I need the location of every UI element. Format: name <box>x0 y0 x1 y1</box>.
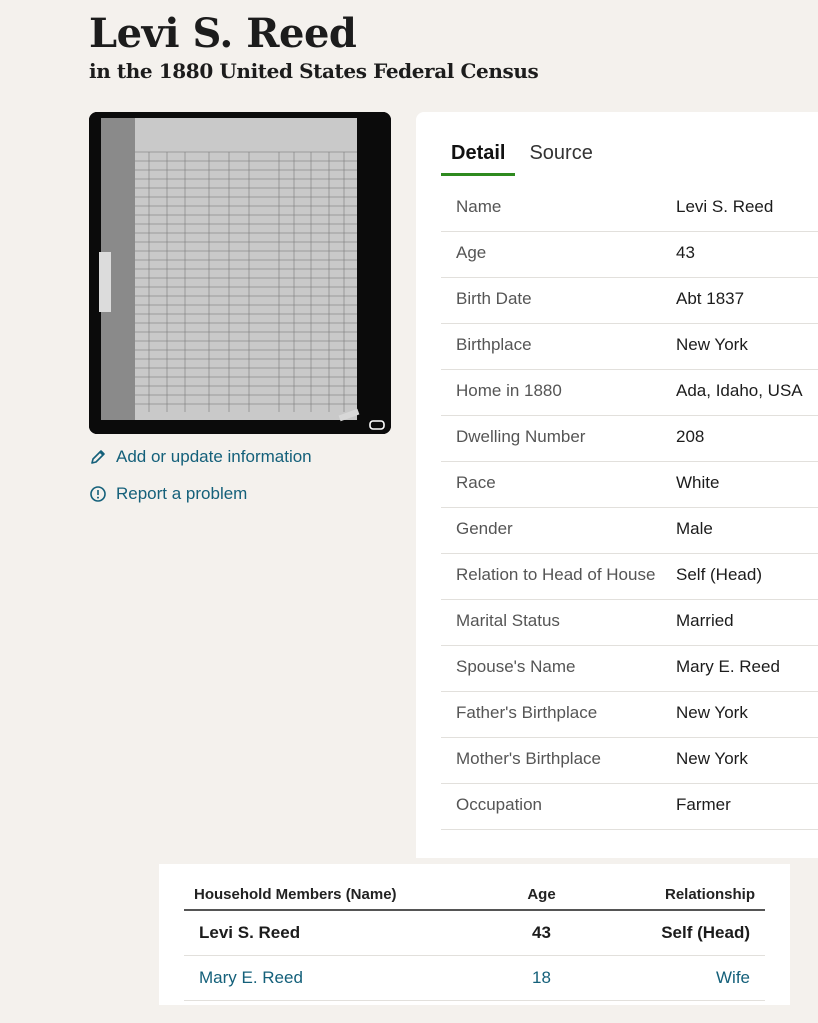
tab-bar: Detail Source <box>441 140 607 176</box>
tab-source[interactable]: Source <box>519 140 602 176</box>
detail-label: Age <box>456 243 487 262</box>
detail-label: Dwelling Number <box>456 427 586 446</box>
detail-value: Mary E. Reed <box>676 657 780 676</box>
detail-value: New York <box>676 335 748 354</box>
page-title: Levi S. Reed <box>89 10 357 57</box>
detail-row: Dwelling Number 208 <box>441 416 818 462</box>
household-row: Levi S. Reed 43 Self (Head) <box>184 910 765 956</box>
detail-label: Name <box>456 197 502 216</box>
detail-row: Occupation Farmer <box>441 784 818 830</box>
report-problem-link[interactable]: Report a problem <box>89 484 247 504</box>
record-detail-panel: Detail Source Name Levi S. Reed Age 43 Birth… <box>416 112 818 858</box>
detail-row: Birth Date Abt 1837 <box>441 278 818 324</box>
detail-row: Birthplace New York <box>441 324 818 370</box>
detail-label: Father's Birthplace <box>456 703 598 722</box>
member-age: 43 <box>471 910 612 956</box>
detail-row: Home in 1880 Ada, Idaho, USA <box>441 370 818 416</box>
census-image-thumbnail[interactable] <box>89 112 391 434</box>
member-relationship: Self (Head) <box>611 910 765 956</box>
detail-row: Gender Male <box>441 508 818 554</box>
detail-value: White <box>676 473 720 492</box>
header-relationship: Relationship <box>611 882 765 911</box>
detail-label: Occupation <box>456 795 542 814</box>
expand-icon[interactable] <box>369 420 385 430</box>
detail-row: Father's Birthplace New York <box>441 692 818 738</box>
detail-value: Levi S. Reed <box>676 197 774 216</box>
detail-value: Married <box>676 611 734 630</box>
detail-value: Farmer <box>676 795 731 814</box>
detail-value: New York <box>676 749 748 768</box>
detail-value: Ada, Idaho, USA <box>676 381 803 400</box>
detail-label: Relation to Head of House <box>456 565 656 584</box>
household-header-row: Household Members (Name) Age Relationshi… <box>184 882 765 911</box>
household-members-section: Household Members (Name) Age Relationshi… <box>159 864 790 1005</box>
detail-value: 208 <box>676 427 705 446</box>
member-name-link[interactable]: Mary E. Reed <box>184 955 472 1001</box>
detail-label: Spouse's Name <box>456 657 576 676</box>
detail-row: Mother's Birthplace New York <box>441 738 818 784</box>
detail-list: Name Levi S. Reed Age 43 Birth Date Abt 1837 B… <box>441 186 818 830</box>
header-age: Age <box>471 882 612 911</box>
report-problem-label: Report a problem <box>116 484 248 503</box>
alert-circle-icon <box>90 486 106 502</box>
member-age[interactable]: 18 <box>471 955 612 1001</box>
census-page-scan <box>89 112 391 434</box>
detail-row: Marital Status Married <box>441 600 818 646</box>
pencil-icon <box>91 450 105 464</box>
detail-label: Race <box>456 473 496 492</box>
household-row[interactable]: Mary E. Reed 18 Wife <box>184 955 765 1001</box>
detail-value: 43 <box>676 243 695 262</box>
detail-value: New York <box>676 703 748 722</box>
detail-label: Home in 1880 <box>456 381 562 400</box>
detail-label: Birthplace <box>456 335 532 354</box>
household-table: Household Members (Name) Age Relationshi… <box>184 882 765 1001</box>
detail-value: Self (Head) <box>676 565 762 584</box>
member-relationship[interactable]: Wife <box>611 955 765 1001</box>
detail-value: Abt 1837 <box>676 289 745 308</box>
detail-row: Race White <box>441 462 818 508</box>
detail-label: Birth Date <box>456 289 532 308</box>
detail-row: Spouse's Name Mary E. Reed <box>441 646 818 692</box>
detail-row: Age 43 <box>441 232 818 278</box>
add-update-info-label: Add or update information <box>116 447 312 466</box>
member-name: Levi S. Reed <box>184 910 472 956</box>
tab-detail[interactable]: Detail <box>441 140 516 176</box>
add-update-info-link[interactable]: Add or update information <box>89 447 312 467</box>
page-subtitle: in the 1880 United States Federal Census <box>89 59 539 83</box>
detail-label: Marital Status <box>456 611 560 630</box>
detail-value: Male <box>676 519 713 538</box>
detail-label: Mother's Birthplace <box>456 749 601 768</box>
detail-label: Gender <box>456 519 513 538</box>
detail-row: Relation to Head of House Self (Head) <box>441 554 818 600</box>
detail-row: Name Levi S. Reed <box>441 186 818 232</box>
header-name: Household Members (Name) <box>184 882 472 911</box>
